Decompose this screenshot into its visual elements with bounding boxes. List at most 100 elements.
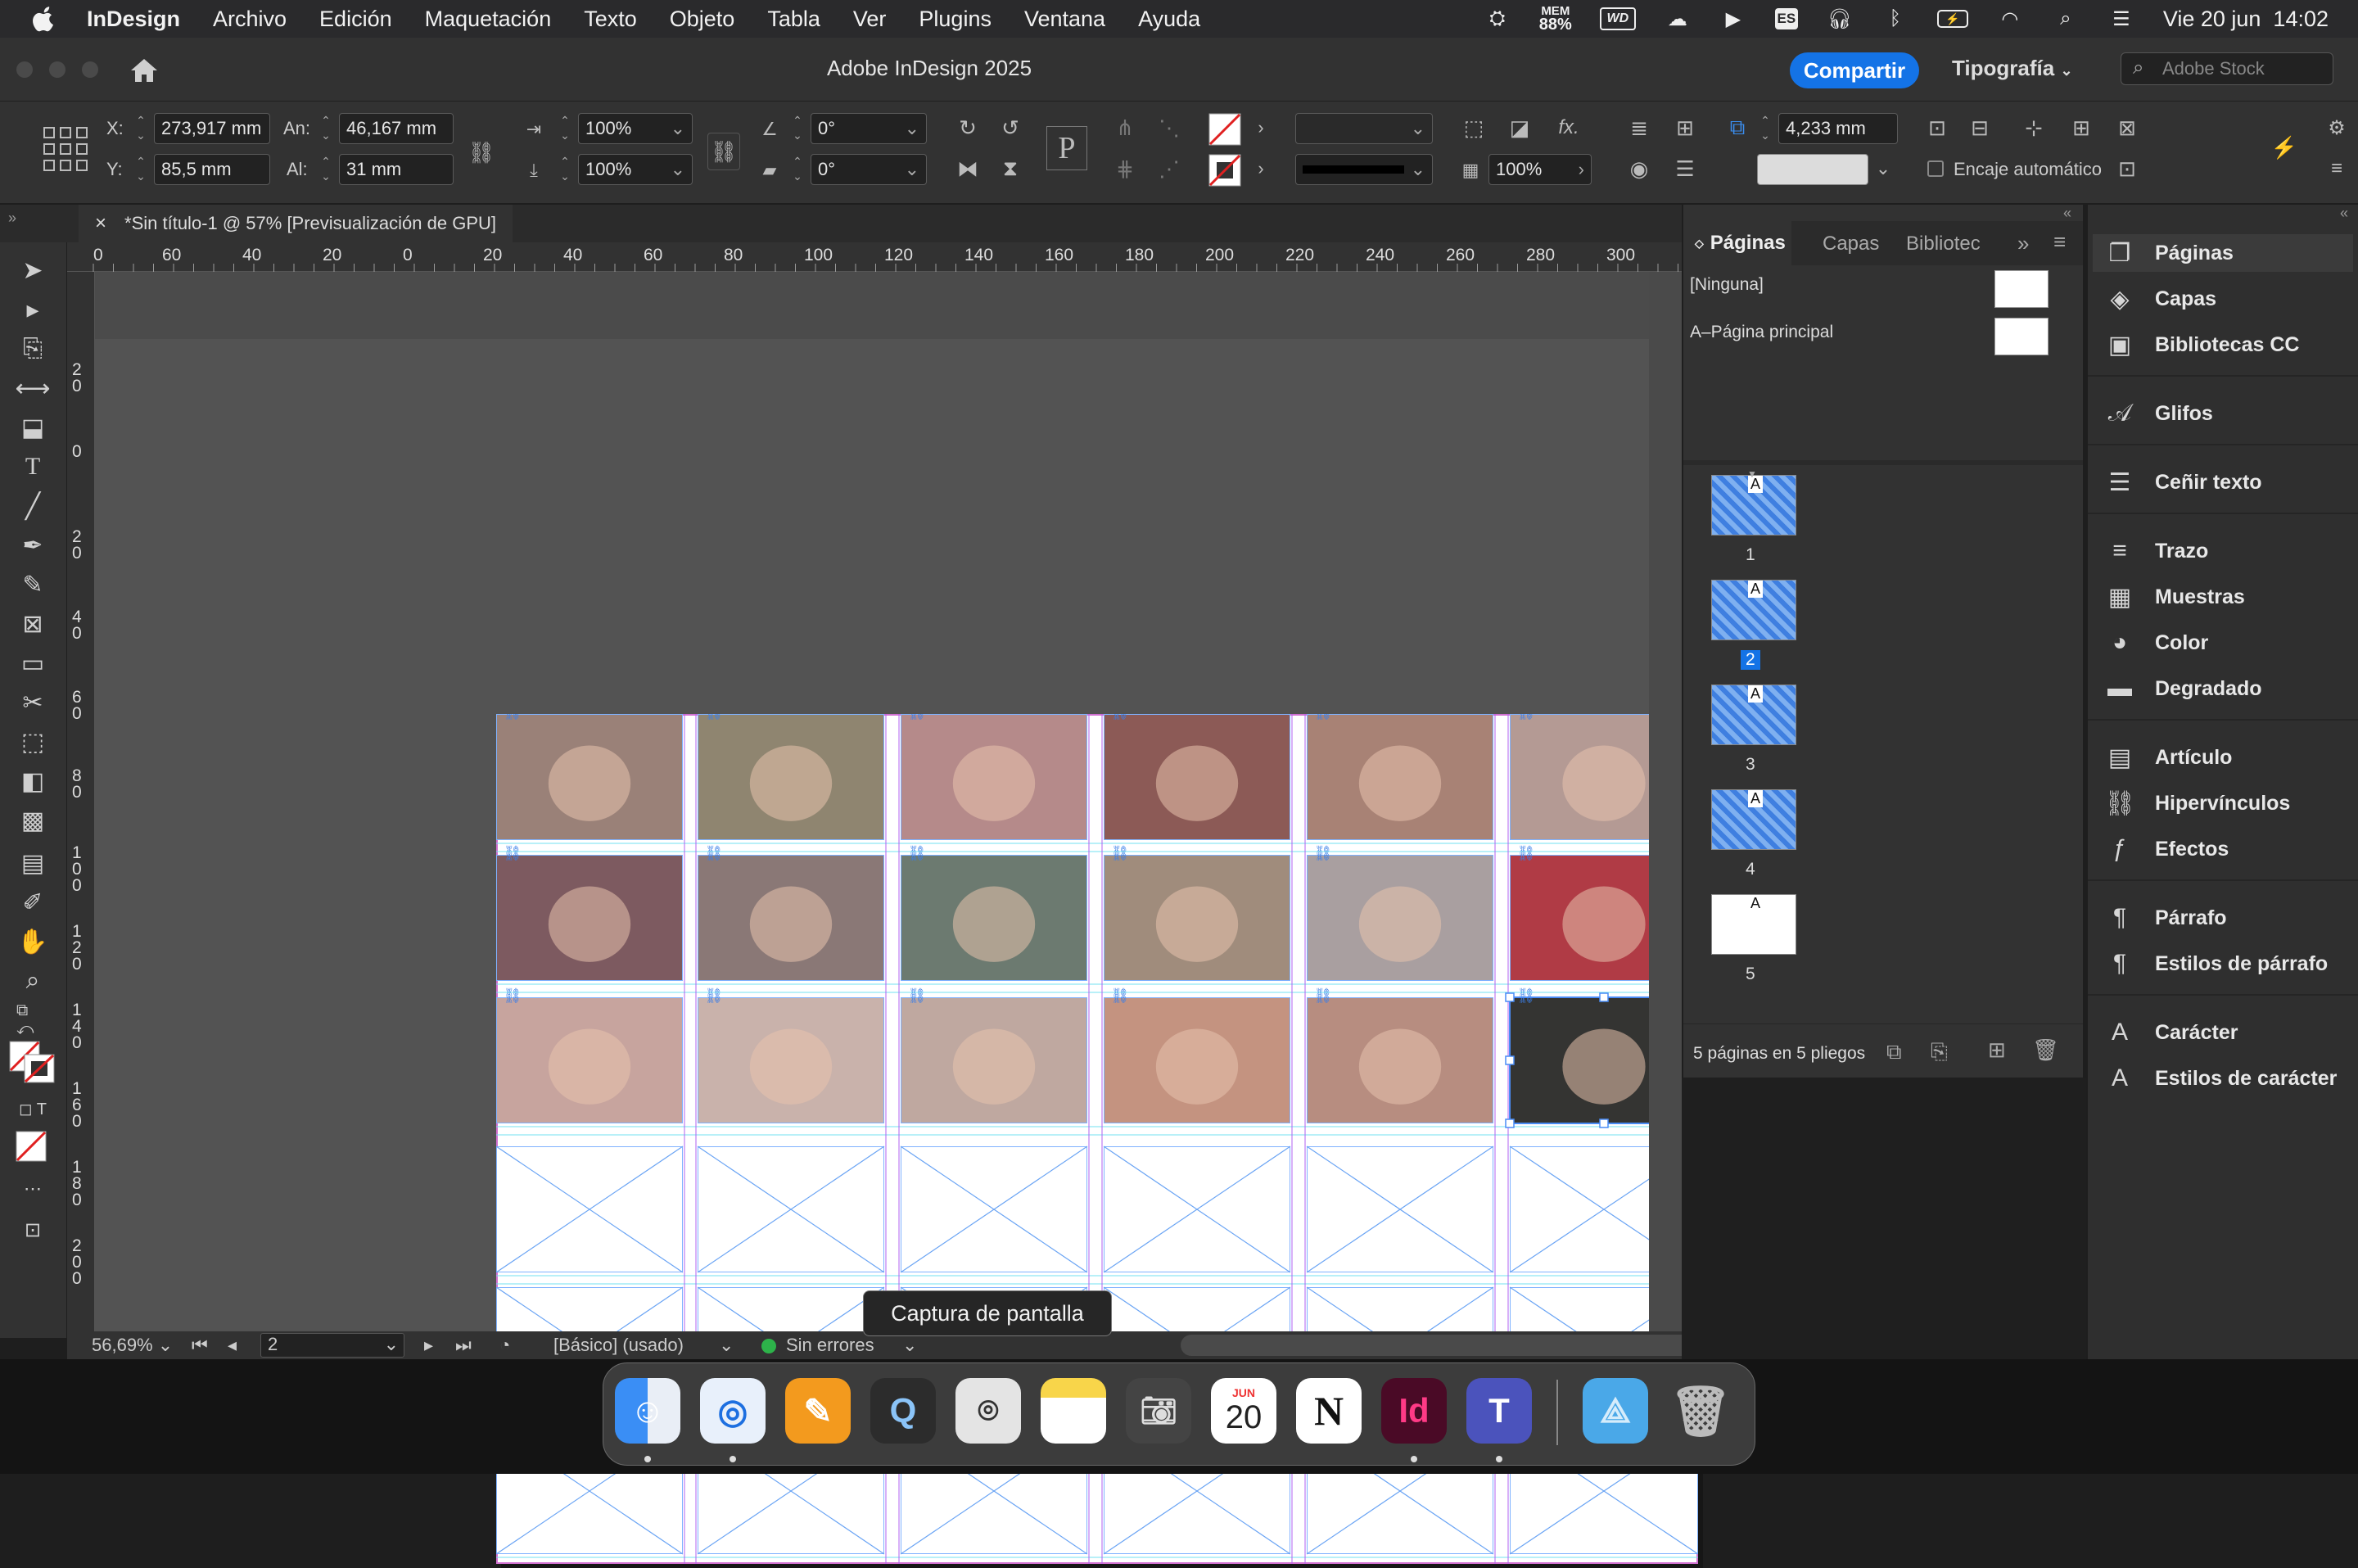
next-page-icon[interactable]: ▸ <box>424 1335 433 1356</box>
vertical-justify-icon[interactable]: ☰ <box>1670 154 1700 183</box>
page-number-label[interactable]: 1 <box>1746 545 1755 565</box>
menu-app-name[interactable]: InDesign <box>87 7 180 32</box>
shear-stepper[interactable]: ⌃ ⌄ <box>789 154 806 185</box>
master-none-thumbnail[interactable] <box>1994 270 2049 308</box>
chevron-right-icon[interactable]: › <box>1246 154 1276 183</box>
collapse-panel-icon[interactable]: « <box>2063 205 2071 222</box>
menu-texto[interactable]: Texto <box>584 7 637 32</box>
height-field[interactable]: 31 mm <box>339 154 454 185</box>
vertical-scrollbar[interactable] <box>1649 272 1682 1338</box>
master-none[interactable]: [Ninguna] <box>1690 275 1764 295</box>
y-stepper[interactable]: ⌃ ⌄ <box>133 154 149 185</box>
photo-frame[interactable] <box>901 855 1087 981</box>
page-thumbnail-5[interactable]: A <box>1711 894 1796 955</box>
frame-grid-icon[interactable]: ⋯ <box>16 1173 49 1205</box>
photo-frame[interactable] <box>1307 855 1493 981</box>
empty-graphic-frame[interactable] <box>495 1145 684 1273</box>
gradient-tool-icon[interactable]: ◧ <box>16 765 49 798</box>
panel-item-paragraph[interactable]: ¶ Párrafo <box>2106 899 2227 937</box>
camera-link-icon[interactable]: ⛭ <box>1484 7 1511 30</box>
content-collector-icon[interactable]: ⬓ <box>16 411 49 444</box>
text-wrap-control-icon[interactable]: ⊞ <box>1670 113 1700 142</box>
quicktime-icon[interactable]: Q <box>870 1378 936 1444</box>
scale-x-field[interactable]: 100% ⌄ <box>578 113 693 144</box>
collapse-tools-icon[interactable]: » <box>8 210 16 227</box>
workspace-switcher[interactable]: Tipografía ⌄ <box>1952 56 2073 81</box>
previous-page-icon[interactable]: ◂ <box>228 1335 237 1356</box>
page-tool-icon[interactable]: ⎘ <box>16 332 49 365</box>
vertical-ruler[interactable]: 2 0 0 2 0 4 0 6 0 8 0 1 0 0 1 2 0 1 4 0 … <box>67 272 95 1338</box>
photo-frame[interactable] <box>496 855 683 981</box>
notes-icon[interactable] <box>1041 1378 1106 1444</box>
pages-app-icon[interactable]: ✎ <box>785 1378 851 1444</box>
gap-tool-icon[interactable]: ⟷ <box>16 372 51 404</box>
chevron-right-icon[interactable]: › <box>1246 113 1276 142</box>
photo-frame[interactable] <box>1104 714 1290 840</box>
photo-frame[interactable] <box>901 714 1087 840</box>
tab-libraries[interactable]: Bibliotec <box>1906 233 1986 255</box>
play-circle-icon[interactable]: ▶ <box>1719 7 1747 30</box>
expand-panels-icon[interactable]: « <box>2340 205 2348 222</box>
fit-proportionally-icon[interactable]: ⊠ <box>2112 113 2142 142</box>
panel-item-libraries[interactable]: ▣ Bibliotecas CC <box>2106 326 2300 364</box>
horizontal-scrollbar[interactable] <box>1181 1335 1754 1356</box>
panel-divider[interactable] <box>1683 460 2083 465</box>
panel-item-color[interactable]: ◕ Color <box>2106 624 2208 662</box>
opacity-field[interactable]: 100% › <box>1488 154 1592 185</box>
rectangle-frame-tool-icon[interactable]: ⊠ <box>16 608 49 640</box>
page-thumbnail-4[interactable]: A <box>1711 789 1796 850</box>
pen-tool-icon[interactable]: ✒ <box>16 529 49 562</box>
photo-frame[interactable] <box>1307 714 1493 840</box>
menubar-clock[interactable]: Vie 20 jun 14:02 <box>2163 7 2329 32</box>
stroke-none-swatch[interactable] <box>1208 154 1241 187</box>
photo-frame[interactable] <box>698 855 884 981</box>
page-thumbnail-1[interactable]: A <box>1711 475 1796 535</box>
control-center-icon[interactable]: ☰ <box>2107 7 2135 30</box>
formatting-container-icon[interactable]: ◻ T <box>16 1092 49 1125</box>
empty-graphic-frame[interactable] <box>1103 1145 1291 1273</box>
x-stepper[interactable]: ⌃ ⌄ <box>133 113 149 144</box>
image-capture-icon[interactable]: 📷︎ <box>1126 1378 1191 1444</box>
gap-stepper[interactable]: ⌃ ⌄ <box>1757 113 1773 144</box>
panel-item-glyphs[interactable]: 𝒜 Glifos <box>2106 395 2213 432</box>
tab-layers[interactable]: Capas <box>1823 233 1879 255</box>
bluetooth-icon[interactable]: ᛒ <box>1881 7 1909 30</box>
close-tab-icon[interactable]: × <box>95 212 106 235</box>
page-number-field[interactable]: 2 ⌄ <box>260 1333 404 1358</box>
width-stepper[interactable]: ⌃ ⌄ <box>318 113 334 144</box>
page-number-label[interactable]: 4 <box>1746 860 1755 879</box>
photo-frame[interactable] <box>1104 997 1290 1123</box>
calendar-icon[interactable]: JUN 20 <box>1211 1378 1276 1444</box>
link-scale-icon[interactable]: ⛓ <box>707 133 740 170</box>
screen-mode-icon[interactable]: ⊡ <box>16 1213 49 1246</box>
eyedropper-tool-icon[interactable]: ✐ <box>16 886 49 919</box>
center-content-icon[interactable]: ⊹ <box>2019 113 2049 142</box>
pencil-tool-icon[interactable]: ✎ <box>16 568 49 601</box>
teams-icon[interactable]: T <box>1466 1378 1532 1444</box>
fill-none-swatch[interactable] <box>1208 113 1241 146</box>
page-transition-icon[interactable]: ◔ <box>499 1335 510 1356</box>
new-page-icon[interactable]: ⊞ <box>1988 1037 2006 1063</box>
duplicate-spread-icon[interactable]: ⎘ <box>1931 1039 1948 1065</box>
panel-item-gradient[interactable]: ▬ Degradado <box>2106 670 2262 707</box>
stroke-type-field[interactable]: ⌄ <box>1295 154 1433 185</box>
edit-page-size-icon[interactable]: ⧉ <box>1886 1039 1902 1065</box>
trash-icon[interactable]: 🗑︎ <box>1668 1378 1733 1444</box>
delete-page-icon[interactable]: 🗑︎ <box>2032 1037 2059 1063</box>
page-number-label[interactable]: 2 <box>1741 650 1760 670</box>
fit-frame-to-content-icon[interactable]: ⊟ <box>1965 113 1994 142</box>
finder-icon[interactable]: ☺ <box>615 1378 680 1444</box>
empty-graphic-frame[interactable] <box>1306 1145 1494 1273</box>
empty-graphic-frame[interactable] <box>900 1145 1088 1273</box>
page-thumbnail-2[interactable]: A <box>1711 580 1796 640</box>
select-content-icon[interactable]: ⋕ <box>1110 154 1140 183</box>
line-tool-icon[interactable]: ╱ <box>16 490 49 522</box>
reference-p-icon[interactable]: P <box>1046 126 1087 170</box>
menu-ventana[interactable]: Ventana <box>1024 7 1105 32</box>
menu-ayuda[interactable]: Ayuda <box>1138 7 1200 32</box>
height-stepper[interactable]: ⌃ ⌄ <box>318 154 334 185</box>
wifi-icon[interactable]: ◠ <box>1996 7 2024 30</box>
reference-point-icon[interactable] <box>43 126 88 172</box>
align-frame-left-icon[interactable]: ≣ <box>1624 113 1654 142</box>
indesign-icon[interactable]: Id <box>1381 1378 1447 1444</box>
